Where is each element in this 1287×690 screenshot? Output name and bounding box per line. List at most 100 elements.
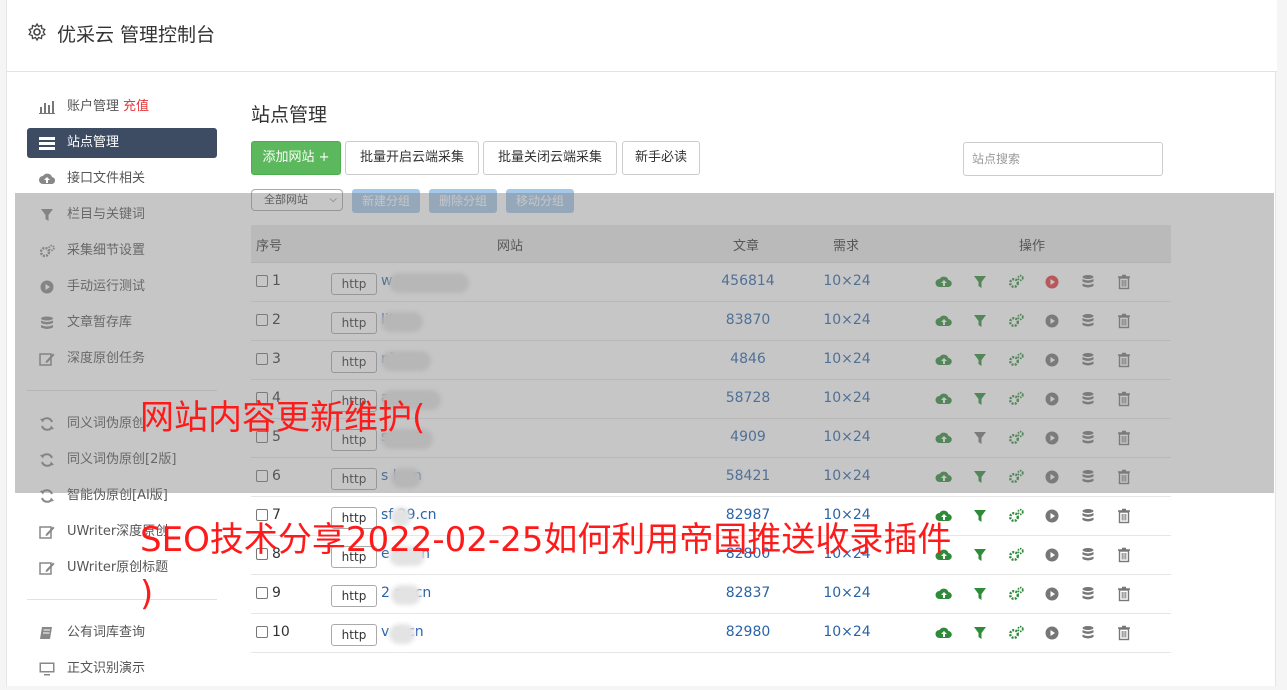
protocol-select[interactable]: http bbox=[331, 273, 377, 295]
database-icon[interactable] bbox=[1079, 351, 1097, 369]
protocol-select[interactable]: http bbox=[331, 585, 377, 607]
article-count-link[interactable]: 456814 bbox=[703, 273, 793, 289]
play-circle-icon[interactable] bbox=[1043, 390, 1061, 408]
cloud-upload-icon[interactable] bbox=[935, 312, 953, 330]
site-search-input[interactable]: 站点搜索 bbox=[963, 142, 1163, 176]
cogs-icon[interactable] bbox=[1007, 390, 1025, 408]
sidebar-item-body-recognition[interactable]: 正文识别演示 bbox=[27, 654, 217, 690]
demand-link[interactable]: 10×24 bbox=[807, 351, 887, 367]
article-count-link[interactable]: 58728 bbox=[703, 390, 793, 406]
trash-icon[interactable] bbox=[1115, 585, 1133, 603]
play-circle-icon[interactable] bbox=[1043, 429, 1061, 447]
cloud-upload-icon[interactable] bbox=[935, 468, 953, 486]
cogs-icon[interactable] bbox=[1007, 585, 1025, 603]
cogs-icon[interactable] bbox=[1007, 507, 1025, 525]
cogs-icon[interactable] bbox=[1007, 312, 1025, 330]
database-icon[interactable] bbox=[1079, 429, 1097, 447]
cloud-upload-icon[interactable] bbox=[935, 585, 953, 603]
new-group-button[interactable]: 新建分组 bbox=[352, 189, 420, 213]
article-count-link[interactable]: 4909 bbox=[703, 429, 793, 445]
demand-link[interactable]: 10×24 bbox=[807, 312, 887, 328]
sidebar-item-sites[interactable]: 站点管理 bbox=[27, 128, 217, 158]
demand-link[interactable]: 10×24 bbox=[807, 468, 887, 484]
group-select[interactable]: 全部网站 ⌵ bbox=[251, 189, 343, 211]
cloud-upload-icon[interactable] bbox=[935, 273, 953, 291]
cogs-icon[interactable] bbox=[1007, 351, 1025, 369]
trash-icon[interactable] bbox=[1115, 429, 1133, 447]
cloud-upload-icon[interactable] bbox=[935, 390, 953, 408]
sidebar-item-deep-original[interactable]: 深度原创任务 bbox=[27, 344, 217, 380]
article-count-link[interactable]: 83870 bbox=[703, 312, 793, 328]
play-circle-icon[interactable] bbox=[1043, 624, 1061, 642]
play-circle-icon[interactable] bbox=[1043, 351, 1061, 369]
filter-icon[interactable] bbox=[971, 390, 989, 408]
play-circle-icon[interactable] bbox=[1043, 507, 1061, 525]
filter-icon[interactable] bbox=[971, 273, 989, 291]
filter-icon[interactable] bbox=[971, 468, 989, 486]
delete-group-button[interactable]: 删除分组 bbox=[429, 189, 497, 213]
cloud-upload-icon[interactable] bbox=[935, 624, 953, 642]
filter-icon[interactable] bbox=[971, 312, 989, 330]
sidebar-item-synonym-v2[interactable]: 同义词伪原创[2版] bbox=[27, 445, 217, 481]
protocol-select[interactable]: http bbox=[331, 312, 377, 334]
trash-icon[interactable] bbox=[1115, 312, 1133, 330]
sidebar-item-manual-run[interactable]: 手动运行测试 bbox=[27, 272, 217, 308]
protocol-select[interactable]: http bbox=[331, 624, 377, 646]
filter-icon[interactable] bbox=[971, 585, 989, 603]
sidebar-item-interface[interactable]: 接口文件相关 bbox=[27, 164, 217, 200]
play-circle-icon[interactable] bbox=[1043, 585, 1061, 603]
cogs-icon[interactable] bbox=[1007, 468, 1025, 486]
database-icon[interactable] bbox=[1079, 273, 1097, 291]
demand-link[interactable]: 10×24 bbox=[807, 624, 887, 640]
sidebar-item-public-lexicon[interactable]: 公有词库查询 bbox=[27, 618, 217, 654]
play-circle-icon[interactable] bbox=[1043, 273, 1061, 291]
sidebar-item-columns[interactable]: 栏目与关键词 bbox=[27, 200, 217, 236]
cogs-icon[interactable] bbox=[1007, 624, 1025, 642]
database-icon[interactable] bbox=[1079, 546, 1097, 564]
demand-link[interactable]: 10×24 bbox=[807, 585, 887, 601]
batch-open-button[interactable]: 批量开启云端采集 bbox=[345, 141, 479, 175]
row-checkbox[interactable] bbox=[256, 275, 268, 287]
demand-link[interactable]: 10×24 bbox=[807, 429, 887, 445]
article-count-link[interactable]: 82837 bbox=[703, 585, 793, 601]
demand-link[interactable]: 10×24 bbox=[807, 390, 887, 406]
newbie-guide-button[interactable]: 新手必读 bbox=[622, 141, 700, 175]
recharge-link[interactable]: 充值 bbox=[123, 99, 149, 114]
trash-icon[interactable] bbox=[1115, 507, 1133, 525]
cogs-icon[interactable] bbox=[1007, 429, 1025, 447]
move-group-button[interactable]: 移动分组 bbox=[506, 189, 574, 213]
database-icon[interactable] bbox=[1079, 585, 1097, 603]
play-circle-icon[interactable] bbox=[1043, 312, 1061, 330]
article-count-link[interactable]: 58421 bbox=[703, 468, 793, 484]
cloud-upload-icon[interactable] bbox=[935, 429, 953, 447]
database-icon[interactable] bbox=[1079, 312, 1097, 330]
article-count-link[interactable]: 4846 bbox=[703, 351, 793, 367]
row-checkbox[interactable] bbox=[256, 314, 268, 326]
filter-icon[interactable] bbox=[971, 546, 989, 564]
filter-icon[interactable] bbox=[971, 507, 989, 525]
article-count-link[interactable]: 82980 bbox=[703, 624, 793, 640]
trash-icon[interactable] bbox=[1115, 273, 1133, 291]
row-checkbox[interactable] bbox=[256, 587, 268, 599]
cogs-icon[interactable] bbox=[1007, 546, 1025, 564]
sidebar-item-article-store[interactable]: 文章暂存库 bbox=[27, 308, 217, 344]
protocol-select[interactable]: http bbox=[331, 468, 377, 490]
database-icon[interactable] bbox=[1079, 468, 1097, 486]
cogs-icon[interactable] bbox=[1007, 273, 1025, 291]
database-icon[interactable] bbox=[1079, 624, 1097, 642]
row-checkbox[interactable] bbox=[256, 626, 268, 638]
demand-link[interactable]: 10×24 bbox=[807, 273, 887, 289]
trash-icon[interactable] bbox=[1115, 468, 1133, 486]
play-circle-icon[interactable] bbox=[1043, 546, 1061, 564]
filter-icon[interactable] bbox=[971, 624, 989, 642]
sidebar-item-collect-settings[interactable]: 采集细节设置 bbox=[27, 236, 217, 272]
filter-icon[interactable] bbox=[971, 351, 989, 369]
add-site-button[interactable]: 添加网站 + bbox=[251, 141, 341, 175]
batch-close-button[interactable]: 批量关闭云端采集 bbox=[483, 141, 617, 175]
play-circle-icon[interactable] bbox=[1043, 468, 1061, 486]
cloud-upload-icon[interactable] bbox=[935, 351, 953, 369]
filter-icon[interactable] bbox=[971, 429, 989, 447]
trash-icon[interactable] bbox=[1115, 624, 1133, 642]
trash-icon[interactable] bbox=[1115, 390, 1133, 408]
protocol-select[interactable]: http bbox=[331, 351, 377, 373]
